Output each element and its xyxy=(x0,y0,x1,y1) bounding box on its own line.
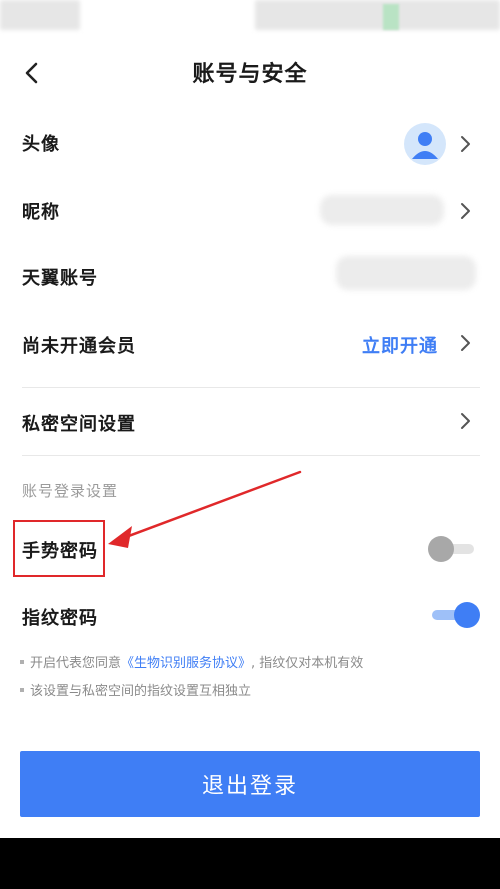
divider xyxy=(22,455,480,456)
chevron-right-icon xyxy=(461,136,470,152)
avatar[interactable] xyxy=(404,123,446,165)
page-title: 账号与安全 xyxy=(192,62,308,87)
membership-activate-link[interactable]: 立即开通 xyxy=(362,332,438,358)
note-1-prefix: 开启代表您同意 xyxy=(30,656,122,671)
fingerprint-password-label: 指纹密码 xyxy=(22,608,98,629)
toggle-knob xyxy=(454,602,480,628)
nickname-row-label: 昵称 xyxy=(22,202,60,223)
divider xyxy=(22,387,480,388)
gesture-password-toggle[interactable] xyxy=(428,535,474,563)
status-signal-indicator xyxy=(383,4,399,30)
chevron-right-icon xyxy=(461,335,470,351)
annotation-highlight-box xyxy=(13,520,105,577)
note-1-suffix: , 指纹仅对本机有效 xyxy=(251,656,364,671)
fingerprint-note-2: 该设置与私密空间的指纹设置互相独立 xyxy=(20,680,251,699)
avatar-row-label: 头像 xyxy=(22,134,60,155)
account-value-obscured xyxy=(336,256,476,290)
logout-button[interactable]: 退出登录 xyxy=(20,751,480,817)
status-bar-left xyxy=(0,0,80,30)
fingerprint-password-toggle[interactable] xyxy=(432,601,480,629)
annotation-arrow-icon xyxy=(108,470,302,548)
account-row-label: 天翼账号 xyxy=(22,268,98,289)
biometric-agreement-link[interactable]: 《生物识别服务协议》 xyxy=(121,656,251,671)
bullet-icon xyxy=(20,659,24,664)
private-space-row-label: 私密空间设置 xyxy=(22,414,136,435)
toggle-knob xyxy=(428,536,454,562)
note-2-text: 该设置与私密空间的指纹设置互相独立 xyxy=(30,684,252,699)
chevron-right-icon xyxy=(461,203,470,219)
membership-row-label: 尚未开通会员 xyxy=(22,336,136,357)
chevron-right-icon xyxy=(461,413,470,429)
bottom-bar xyxy=(0,838,500,889)
user-avatar-icon xyxy=(412,132,438,159)
nickname-value-obscured xyxy=(320,195,444,225)
bullet-icon xyxy=(20,687,24,692)
fingerprint-note-1: 开启代表您同意《生物识别服务协议》, 指纹仅对本机有效 xyxy=(20,652,363,671)
status-bar-right xyxy=(255,0,500,30)
